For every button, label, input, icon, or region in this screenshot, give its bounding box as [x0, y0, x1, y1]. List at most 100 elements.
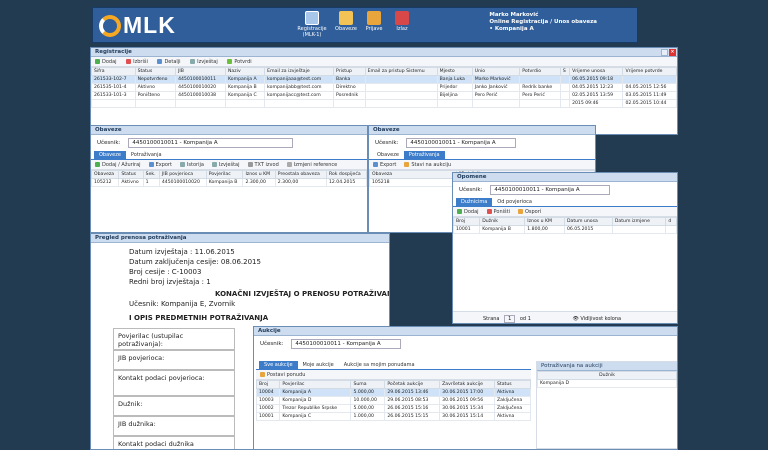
- toolbar-button[interactable]: Export: [373, 162, 396, 168]
- toolbar-button[interactable]: Osporí: [517, 209, 541, 215]
- toolbar-button[interactable]: Stavi na aukciju: [404, 162, 451, 168]
- add-button[interactable]: Dodaj: [95, 59, 117, 65]
- delete-button[interactable]: Izbriši: [126, 59, 148, 65]
- toolbar-label: Istorija: [186, 162, 204, 168]
- close-icon[interactable]: ×: [669, 49, 676, 56]
- page-input[interactable]: 1: [504, 315, 516, 323]
- table-row[interactable]: 10001 Kompanija C 1.000,00 26.06.2015 15:15…: [255, 412, 531, 421]
- toolbar-button[interactable]: TXT izvod: [247, 162, 279, 168]
- column-header[interactable]: Rok dospijeća: [326, 170, 367, 179]
- tab-obaveze[interactable]: Obaveze: [372, 151, 404, 159]
- column-header[interactable]: Email za pristup Sistemu: [364, 67, 438, 76]
- tab-potrazivanja[interactable]: Potraživanja: [126, 151, 167, 159]
- table-row[interactable]: 10003 Kompanija D 10.000,00 29.06.2015 08:5…: [255, 396, 531, 405]
- table-row[interactable]: 261535-101-4 Aktivno 4450100010020 Kompanij…: [91, 83, 677, 92]
- ucesnik-input[interactable]: 4450100010011 - Kompanija A: [490, 185, 611, 195]
- tab-obaveze[interactable]: Obaveze: [94, 151, 126, 159]
- column-header[interactable]: Datum unosa: [563, 217, 613, 226]
- column-header[interactable]: Broj: [453, 217, 481, 226]
- column-header[interactable]: Iznos u KM: [524, 217, 565, 226]
- table-cell: [436, 99, 473, 108]
- column-header[interactable]: Iznos u KM: [242, 170, 276, 179]
- table-cell: 29.06.2015 08:53: [384, 396, 441, 405]
- toolbar-icon: [286, 162, 292, 167]
- toolbar-button[interactable]: Dodaj: [457, 209, 479, 215]
- table-cell: [519, 75, 561, 84]
- column-header[interactable]: Potvrdio: [519, 67, 561, 76]
- nav-izlaz-button[interactable]: Izlaz: [387, 11, 417, 32]
- nav-prijave-button[interactable]: Prijave: [359, 11, 389, 32]
- visible-columns-button[interactable]: 👁 Vidljivost kolona: [572, 316, 621, 322]
- column-header[interactable]: Datum izmjene: [611, 217, 667, 226]
- column-header[interactable]: Završetak aukcije: [439, 380, 495, 389]
- toolbar: Dodaj Poništi Osporí: [453, 207, 677, 217]
- obaveze-window: Obaveze Učesnik: 4450100010011 - Kompanij…: [90, 125, 368, 233]
- ucesnik-input[interactable]: 4450100010011 - Kompanija A: [291, 339, 402, 349]
- column-header[interactable]: d: [665, 217, 677, 226]
- table-cell: [134, 99, 177, 108]
- confirm-button[interactable]: Potvrdi: [227, 59, 252, 65]
- table-row[interactable]: 10002 Trezor Republike Srpske 5.000,00 26.0…: [255, 404, 531, 413]
- toolbar-button[interactable]: Istorija: [179, 162, 204, 168]
- report-icon: [190, 59, 196, 64]
- table-row[interactable]: 261533-101-3 Poništeno 4450100010038 Kompan…: [91, 91, 677, 100]
- table-row[interactable]: 10001 Kompanija B 1.800,00 06.05.2015: [453, 225, 677, 234]
- column-header[interactable]: JIB povjerioca: [158, 170, 207, 179]
- minimize-icon[interactable]: [661, 49, 668, 56]
- ucesnik-input[interactable]: 4450100010011 - Kompanija A: [128, 138, 294, 148]
- details-button[interactable]: Detalji: [157, 59, 181, 65]
- nav-registracije-button[interactable]: Registracije (MLK-1): [297, 11, 327, 38]
- toolbar-button[interactable]: Export: [148, 162, 172, 168]
- toolbar-button[interactable]: Izvještaj: [211, 162, 240, 168]
- column-header[interactable]: Status: [118, 170, 144, 179]
- column-header[interactable]: Vrijeme unosa: [569, 67, 624, 76]
- table-cell: Kompanija B: [479, 225, 526, 234]
- table-row[interactable]: 2015 09:46 02.05.2015 10:44: [91, 99, 677, 108]
- column-header[interactable]: Mjesto: [436, 67, 473, 76]
- column-header[interactable]: Dužnik: [479, 217, 526, 226]
- tab-duznicima[interactable]: Dužnicima: [456, 198, 493, 206]
- column-header[interactable]: Pristup: [333, 67, 366, 76]
- tab-moje-aukcije[interactable]: Moje aukcije: [298, 361, 339, 369]
- table-row[interactable]: 105212 Aktivno 1 4450100010020 Kompanija B 2.…: [91, 178, 367, 187]
- column-header[interactable]: Email za izvještaje: [264, 67, 335, 76]
- column-header[interactable]: Unio: [471, 67, 521, 76]
- column-header[interactable]: JIB: [175, 67, 226, 76]
- ucesnik-input[interactable]: 4450100010011 - Kompanija A: [406, 138, 517, 148]
- report-button[interactable]: Izvještaj: [190, 59, 218, 65]
- table-cell: 10004: [255, 388, 281, 397]
- table-cell: Kompanija D: [279, 396, 352, 405]
- toolbar-button[interactable]: Dodaj / Ažuriraj: [95, 162, 141, 168]
- column-header[interactable]: Suma: [350, 380, 386, 389]
- toolbar: Dodaj / Ažuriraj Export Istorija Izvještaj T…: [91, 160, 367, 170]
- table-cell: Aktivna: [494, 412, 531, 421]
- tab-od-povjerioca[interactable]: Od povjerioca: [492, 198, 537, 206]
- column-header[interactable]: Vrijeme potvrde: [622, 67, 677, 76]
- column-header[interactable]: Početak aukcije: [384, 380, 441, 389]
- table-cell: 1.800,00: [524, 225, 565, 234]
- column-header[interactable]: Naziv: [224, 67, 266, 76]
- column-header[interactable]: Šifra: [91, 67, 136, 76]
- column-header[interactable]: Sek.: [142, 170, 160, 179]
- column-header[interactable]: Broj: [255, 380, 281, 389]
- toolbar-button[interactable]: Izmjeni reference: [286, 162, 338, 168]
- column-header[interactable]: Status: [494, 380, 531, 389]
- toolbar-button[interactable]: Poništi: [486, 209, 510, 215]
- column-header[interactable]: Status: [134, 67, 177, 76]
- table-row[interactable]: 10004 Kompanija A 5.000,00 29.06.2015 13:46…: [255, 388, 531, 397]
- table-row[interactable]: 261533-102-7 Nepotvrđeno 4450100010011 Komp…: [91, 75, 677, 84]
- column-header[interactable]: Obaveza: [369, 170, 457, 179]
- toolbar-icon: [95, 162, 100, 167]
- tab-potrazivanja[interactable]: Potraživanja: [403, 151, 445, 159]
- tab-sve-aukcije[interactable]: Sve aukcije: [259, 361, 298, 369]
- column-header[interactable]: Povjerilac: [205, 170, 244, 179]
- column-header[interactable]: Preostala obaveza: [274, 170, 328, 179]
- toolbar-icon: [179, 162, 185, 167]
- column-header[interactable]: Povjerilac: [279, 380, 352, 389]
- nav-obaveze-button[interactable]: Obaveze: [331, 11, 361, 32]
- tab-aukcije-ponude[interactable]: Aukcije sa mojim ponudama: [339, 361, 420, 369]
- toolbar-label: Izmjeni reference: [293, 162, 338, 168]
- column-header[interactable]: Obaveza: [91, 170, 120, 179]
- place-bid-button[interactable]: Postavi ponudu: [260, 372, 305, 378]
- column-header[interactable]: S: [559, 67, 571, 76]
